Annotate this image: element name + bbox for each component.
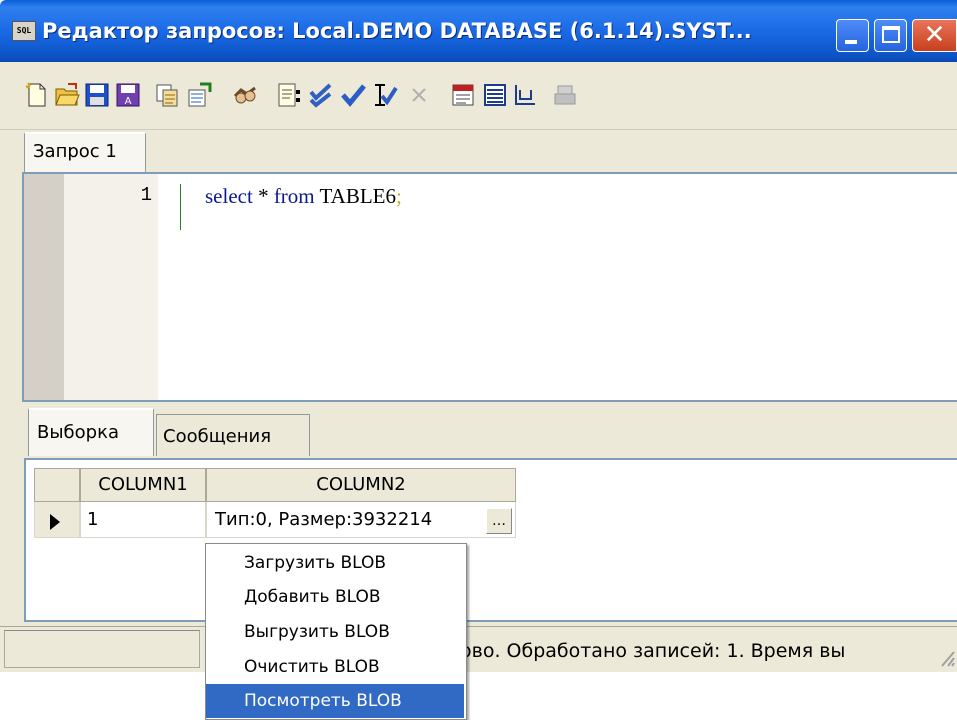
current-row-arrow-icon [50,514,60,530]
open-file-icon[interactable] [52,80,82,110]
tab-result-set[interactable]: Выборка [28,408,154,456]
sql-token: * [252,184,274,208]
status-panel [4,630,200,668]
maximize-icon [882,26,900,43]
print-icon[interactable] [550,80,580,110]
sql-app-icon[interactable]: SQL [12,21,36,41]
commit-icon[interactable] [338,80,368,110]
code-fold-marker [180,184,181,230]
svg-text:A: A [125,96,132,107]
menu-item-view-blob[interactable]: Посмотреть BLOB [206,684,464,718]
commit-all-icon[interactable] [370,80,400,110]
blob-ellipsis-button[interactable]: … [486,508,512,534]
minimize-button[interactable] [836,19,869,52]
menu-item-load-blob[interactable]: Загрузить BLOB [206,546,464,580]
menu-item-clear-blob[interactable]: Очистить BLOB [206,650,464,684]
sql-keyword: select [205,184,253,208]
menu-item-add-blob[interactable]: Добавить BLOB [206,580,464,614]
connect-icon[interactable] [230,80,260,110]
column-header-column2[interactable]: COLUMN2 [206,468,516,502]
cancel-icon[interactable] [404,80,434,110]
export-icon[interactable] [184,80,214,110]
close-icon: ✕ [923,20,946,50]
sql-semicolon: ; [396,184,402,208]
grid-corner-header [34,468,80,502]
toolbar [0,62,957,130]
tab-messages[interactable]: Сообщения [156,414,310,456]
maximize-button[interactable] [874,19,907,52]
table-cell-column1[interactable]: 1 [80,502,206,538]
editor-bookmark-gutter [24,174,64,400]
column-header-column1[interactable]: COLUMN1 [80,468,206,502]
window-title: Редактор запросов: Local.DEMO DATABASE (… [42,19,752,43]
plan-icon[interactable] [510,80,540,110]
save-as-icon[interactable]: A [113,80,143,110]
close-button[interactable]: ✕ [912,19,957,52]
status-text: ово. Обработано записей: 1. Время вы [460,640,846,662]
desktop-background [0,672,957,720]
format-sql-icon[interactable] [274,80,304,110]
new-query-icon[interactable] [22,80,52,110]
copy-results-icon[interactable] [152,80,182,110]
menu-item-export-blob[interactable]: Выгрузить BLOB [206,615,464,649]
tab-query-1[interactable]: Запрос 1 [24,132,146,172]
sql-editor[interactable] [22,172,957,402]
run-script-icon[interactable] [448,80,478,110]
table-cell-column2[interactable]: Тип:0, Размер:3932214 [206,502,516,538]
save-icon[interactable] [82,80,112,110]
grid-view-icon[interactable] [480,80,510,110]
editor-line-gutter [64,174,158,400]
code-line-1[interactable]: select * from TABLE6; [205,184,402,209]
sql-keyword: from [273,184,315,208]
line-number: 1 [140,184,152,206]
sql-table-name: TABLE6 [314,184,397,208]
resize-grip-icon[interactable] [936,646,956,668]
check-syntax-icon[interactable] [306,80,336,110]
minimize-icon [845,40,857,44]
